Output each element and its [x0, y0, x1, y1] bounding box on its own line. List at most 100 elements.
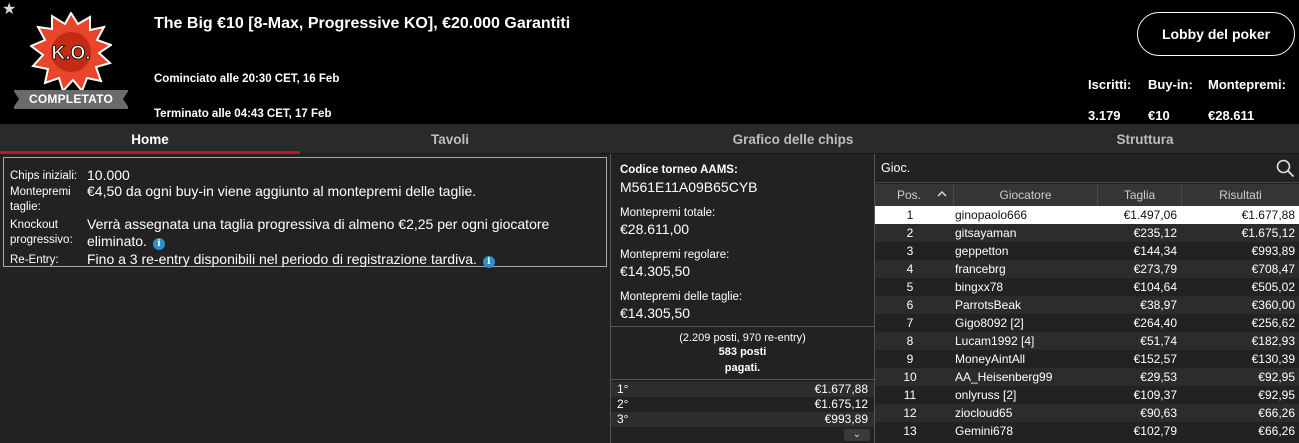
entrants-value: 3.179	[1088, 108, 1121, 123]
player-name: Gemini678	[955, 424, 1014, 438]
player-name: geppetton	[955, 244, 1009, 258]
player-position: 7	[906, 316, 914, 330]
table-row[interactable]: 3 geppetton €144,34 €993,89	[875, 242, 1299, 260]
table-row[interactable]: 10 AA_Heisenberg99 €29,53 €92,95	[875, 368, 1299, 386]
payout-amount: €1.675,12	[814, 397, 868, 411]
player-bounty: €38,97	[1140, 298, 1177, 312]
column-header-results[interactable]: Risultati	[1181, 184, 1299, 206]
player-result: €993,89	[1251, 244, 1295, 258]
tab-home[interactable]: Home	[0, 124, 300, 154]
player-position: 9	[906, 352, 914, 366]
column-header-player[interactable]: Giocatore	[953, 184, 1097, 206]
start-time: Cominciato alle 20:30 CET, 16 Feb	[154, 73, 340, 85]
player-bounty: €152,57	[1133, 352, 1177, 366]
poker-lobby-button[interactable]: Lobby del poker	[1137, 12, 1295, 56]
info-icon[interactable]: i	[482, 256, 495, 268]
player-name: francebrg	[955, 262, 1006, 276]
player-bounty: €29,53	[1140, 370, 1177, 384]
payout-paid-count: 583 posti	[718, 346, 767, 358]
tournament-header: ★ K.O. COMPLETATO The Big €10 [8-Max, Pr…	[0, 0, 1299, 124]
column-header-position[interactable]: Pos.	[875, 184, 953, 206]
player-result: €1.675,12	[1241, 226, 1295, 240]
entrants-label: Iscritti:	[1088, 77, 1132, 92]
table-row[interactable]: 12 ziocloud65 €90,63 €66,26	[875, 404, 1299, 422]
player-result: €505,02	[1251, 280, 1295, 294]
table-row[interactable]: 5 bingxx78 €104,64 €505,02	[875, 278, 1299, 296]
table-row[interactable]: 1 ginopaolo666 €1.497,06 €1.677,88	[875, 206, 1299, 224]
table-row[interactable]: 2 gitsayaman €235,12 €1.675,12	[875, 224, 1299, 242]
info-icon[interactable]: i	[152, 238, 165, 250]
buyin-value: €10	[1148, 108, 1170, 123]
info-label: Knockout progressivo:	[10, 219, 73, 246]
home-content: Chips iniziali: 10.000 Montepremi taglie…	[0, 154, 1299, 443]
player-search-input[interactable]	[881, 158, 1261, 178]
player-result: €708,47	[1251, 262, 1295, 276]
payout-row: 3° €993,89	[611, 412, 874, 427]
players-table-header: Pos. Giocatore Taglia Risultati	[875, 184, 1299, 206]
player-position: 11	[903, 388, 917, 402]
payout-amount: €993,89	[824, 412, 868, 426]
player-name: bingxx78	[955, 280, 1004, 294]
player-bounty: €235,12	[1133, 226, 1177, 240]
regular-prize-label: Montepremi regolare:	[620, 249, 730, 261]
tab-chip-graph[interactable]: Grafico delle chips	[643, 124, 943, 154]
player-result: €182,93	[1251, 334, 1295, 348]
buyin-label: Buy-in:	[1148, 77, 1193, 92]
player-name: ginopaolo666	[955, 208, 1028, 222]
player-bounty: €1.497,06	[1123, 208, 1177, 222]
player-result: €130,39	[1251, 352, 1295, 366]
player-position: 8	[906, 334, 914, 348]
info-value: 10.000	[87, 167, 130, 183]
player-name: AA_Heisenberg99	[955, 370, 1053, 384]
info-value-with-icon: Fino a 3 re-entry disponibili nel period…	[87, 251, 592, 268]
table-row[interactable]: 7 Gigo8092 [2] €264,40 €256,62	[875, 314, 1299, 332]
player-name: Gigo8092 [2]	[955, 316, 1024, 330]
payout-position: 1°	[617, 382, 629, 396]
status-badge: COMPLETATO	[13, 90, 129, 109]
payout-position: 3°	[617, 412, 629, 426]
prize-pool-value: €28.611	[1208, 108, 1255, 123]
player-bounty: €90,63	[1140, 406, 1177, 420]
player-position: 1	[906, 208, 914, 222]
favorite-star-icon[interactable]: ★	[2, 2, 16, 18]
search-icon[interactable]	[1275, 158, 1295, 178]
section-divider	[611, 326, 874, 327]
player-name: MoneyAintAll	[955, 352, 1026, 366]
player-bounty: €109,37	[1133, 388, 1177, 402]
player-bounty: €51,74	[1140, 334, 1177, 348]
player-name: Lucam1992 [4]	[955, 334, 1035, 348]
player-position: 2	[906, 226, 914, 240]
player-position: 3	[906, 244, 914, 258]
total-prize-label: Montepremi totale:	[620, 207, 716, 219]
payout-amount: €1.677,88	[814, 382, 868, 396]
table-row[interactable]: 9 MoneyAintAll €152,57 €130,39	[875, 350, 1299, 368]
tab-structure[interactable]: Struttura	[995, 124, 1295, 154]
regular-prize-value: €14.305,50	[620, 263, 691, 279]
table-row[interactable]: 8 Lucam1992 [4] €51,74 €182,93	[875, 332, 1299, 350]
info-value-with-icon: Verrà assegnata una taglia progressiva d…	[87, 216, 592, 250]
table-row[interactable]: 13 Gemini678 €102,79 €66,26	[875, 422, 1299, 440]
player-bounty: €264,40	[1133, 316, 1177, 330]
prize-details-panel: Codice torneo AAMS: M561E11A09B65CYB Mon…	[611, 154, 874, 443]
player-result: €360,00	[1251, 298, 1295, 312]
info-label: Chips iniziali:	[10, 170, 78, 182]
column-header-bounty[interactable]: Taglia	[1097, 184, 1181, 206]
tab-bar: Home Tavoli Grafico delle chips Struttur…	[0, 124, 1299, 154]
player-bounty: €104,64	[1133, 280, 1177, 294]
total-prize-value: €28.611,00	[620, 221, 690, 237]
table-row[interactable]: 4 francebrg €273,79 €708,47	[875, 260, 1299, 278]
player-bounty: €273,79	[1133, 262, 1177, 276]
expand-payouts-chevron-icon[interactable]: ⌄	[844, 429, 870, 441]
payout-paid-label: pagati.	[724, 362, 761, 374]
info-label: Montepremi taglie:	[10, 186, 71, 213]
aams-code-label: Codice torneo AAMS:	[620, 164, 738, 176]
knockout-logo-icon: K.O.	[30, 12, 112, 92]
section-divider	[611, 379, 874, 380]
table-row[interactable]: 6 ParrotsBeak €38,97 €360,00	[875, 296, 1299, 314]
table-row[interactable]: 11 onlyruss [2] €109,37 €92,95	[875, 386, 1299, 404]
info-value-text: Fino a 3 re-entry disponibili nel period…	[87, 251, 477, 267]
info-value: €4,50 da ogni buy-in viene aggiunto al m…	[87, 183, 477, 199]
tab-tables[interactable]: Tavoli	[300, 124, 600, 154]
payout-position: 2°	[617, 397, 629, 411]
sort-ascending-icon[interactable]	[937, 189, 947, 199]
